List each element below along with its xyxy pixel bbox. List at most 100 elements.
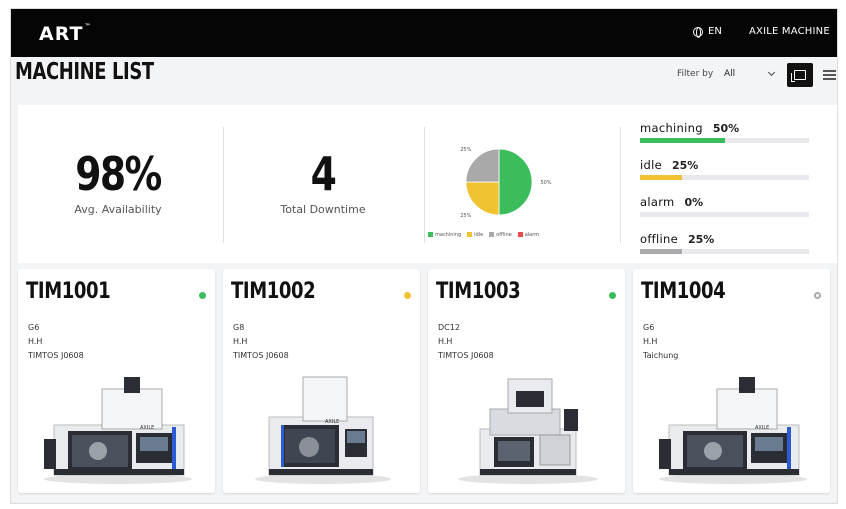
machine-location: Taichung bbox=[643, 351, 679, 360]
status-percent: 25% bbox=[688, 233, 715, 246]
filter-value: All bbox=[724, 69, 736, 79]
machine-image: AXILE bbox=[659, 377, 807, 484]
page-title: MACHINE LIST bbox=[15, 59, 154, 85]
filter-select[interactable]: All bbox=[722, 66, 780, 82]
legend-item-alarm[interactable]: alarm bbox=[517, 232, 540, 238]
legend-swatch bbox=[467, 232, 473, 237]
progress-track bbox=[640, 175, 809, 180]
pie-data-label: 50% bbox=[540, 180, 551, 186]
machine-owner: H.H bbox=[643, 337, 658, 346]
status-name: alarm bbox=[640, 195, 675, 209]
filter-label: Filter by bbox=[677, 69, 714, 79]
machine-brand-label: AXILE bbox=[140, 425, 154, 431]
machine-location: TIMTOS J0608 bbox=[233, 351, 289, 360]
progress-fill bbox=[640, 249, 683, 254]
grid-view-button[interactable] bbox=[787, 63, 813, 87]
legend-label: machining bbox=[435, 232, 462, 238]
pie-slice-idle[interactable] bbox=[465, 181, 500, 216]
legend-label: offline bbox=[496, 232, 512, 238]
downtime-value: 4 bbox=[310, 147, 337, 201]
machine-owner: H.H bbox=[28, 337, 43, 346]
progress-track bbox=[640, 138, 809, 143]
machine-location: TIMTOS J0608 bbox=[438, 351, 494, 360]
machine-model: G6 bbox=[28, 323, 40, 332]
legend-item-machining[interactable]: machining bbox=[428, 232, 461, 238]
status-dot-icon bbox=[814, 292, 821, 299]
progress-track bbox=[640, 249, 809, 254]
machine-card[interactable]: TIM1001 G6 H.H TIMTOS J0608 AXILE bbox=[18, 269, 215, 493]
pie-slice-machining[interactable] bbox=[498, 148, 533, 216]
divider bbox=[424, 127, 425, 243]
machine-card[interactable]: TIM1003 DC12 H.H TIMTOS J0608 bbox=[428, 269, 625, 493]
availability-value: 98% bbox=[75, 147, 162, 201]
progress-track bbox=[640, 212, 809, 217]
machine-illustration bbox=[438, 369, 615, 487]
machine-card[interactable]: TIM1004 G6 H.H Taichung AXILE bbox=[633, 269, 830, 493]
machine-illustration: AXILE bbox=[28, 369, 205, 487]
pie-svg: 50% 25% 25% bbox=[460, 147, 552, 219]
machine-illustration: AXILE bbox=[643, 369, 820, 487]
availability-label: Avg. Availability bbox=[74, 203, 162, 216]
legend-item-idle[interactable]: idle bbox=[467, 232, 483, 238]
machine-specs: G6 H.H TIMTOS J0608 bbox=[28, 321, 84, 363]
machine-specs: G8 H.H TIMTOS J0608 bbox=[233, 321, 289, 363]
machine-owner: H.H bbox=[233, 337, 248, 346]
status-row-idle[interactable]: idle 25% bbox=[640, 154, 820, 191]
machine-model: DC12 bbox=[438, 323, 460, 332]
status-dot-icon bbox=[199, 292, 206, 299]
legend-swatch bbox=[517, 232, 523, 237]
legend-item-offline[interactable]: offline bbox=[489, 232, 512, 238]
progress-fill bbox=[640, 175, 683, 180]
language-label: EN bbox=[708, 26, 722, 37]
legend-swatch bbox=[489, 232, 495, 237]
legend-label: idle bbox=[474, 232, 484, 238]
status-dot-icon bbox=[609, 292, 616, 299]
status-percent: 0% bbox=[684, 196, 704, 209]
availability-kpi: 98% Avg. Availability bbox=[18, 105, 218, 263]
status-dot-icon bbox=[404, 292, 411, 299]
globe-icon bbox=[693, 26, 703, 38]
machine-brand-label: AXILE bbox=[755, 425, 769, 431]
status-row-alarm[interactable]: alarm 0% bbox=[640, 191, 820, 228]
machine-image: AXILE bbox=[44, 377, 192, 484]
chevron-down-icon bbox=[767, 68, 776, 77]
status-breakdown: machining 50% idle 25% alarm 0% offline 25% bbox=[640, 117, 820, 265]
downtime-kpi: 4 Total Downtime bbox=[223, 105, 423, 263]
machine-id: TIM1002 bbox=[231, 279, 316, 304]
machine-brand-label: AXILE bbox=[325, 419, 339, 425]
summary-panel: 98% Avg. Availability 4 Total Downtime 5… bbox=[18, 105, 837, 265]
machine-card[interactable]: TIM1002 G8 H.H TIMTOS J0608 AXILE bbox=[223, 269, 420, 493]
logo[interactable]: ART™ bbox=[39, 23, 91, 45]
status-percent: 25% bbox=[671, 159, 699, 172]
list-view-button[interactable] bbox=[815, 63, 837, 87]
downtime-label: Total Downtime bbox=[280, 203, 366, 216]
status-name: idle bbox=[640, 158, 662, 172]
machine-id: TIM1003 bbox=[436, 279, 521, 304]
status-name: offline bbox=[640, 232, 678, 246]
machine-image: AXILE bbox=[255, 376, 391, 484]
account-name[interactable]: AXILE MACHINE bbox=[749, 26, 830, 37]
machine-id: TIM1001 bbox=[26, 279, 111, 304]
machine-model: G8 bbox=[233, 323, 245, 332]
pie-slice-offline[interactable] bbox=[465, 148, 500, 183]
legend-swatch bbox=[428, 232, 433, 237]
machine-location: TIMTOS J0608 bbox=[28, 351, 84, 360]
grid-view-icon bbox=[791, 70, 806, 82]
language-switch[interactable]: EN bbox=[693, 26, 722, 38]
status-row-offline[interactable]: offline 25% bbox=[640, 228, 820, 265]
app-frame: ART™ EN AXILE MACHINE MACHINE LIST Filte… bbox=[10, 8, 838, 504]
machine-illustration: AXILE bbox=[233, 369, 410, 487]
divider bbox=[620, 127, 621, 243]
machine-owner: H.H bbox=[438, 337, 453, 346]
pie-data-label: 25% bbox=[460, 213, 471, 219]
list-view-icon bbox=[826, 70, 836, 72]
machine-specs: G6 H.H Taichung bbox=[643, 321, 678, 363]
status-percent: 50% bbox=[712, 122, 740, 135]
machine-model: G6 bbox=[643, 323, 655, 332]
status-name: machining bbox=[640, 121, 703, 135]
machine-id: TIM1004 bbox=[641, 279, 726, 304]
status-row-machining[interactable]: machining 50% bbox=[640, 117, 820, 154]
progress-fill bbox=[640, 138, 725, 143]
legend-label: alarm bbox=[524, 232, 540, 238]
machine-image bbox=[458, 378, 598, 484]
